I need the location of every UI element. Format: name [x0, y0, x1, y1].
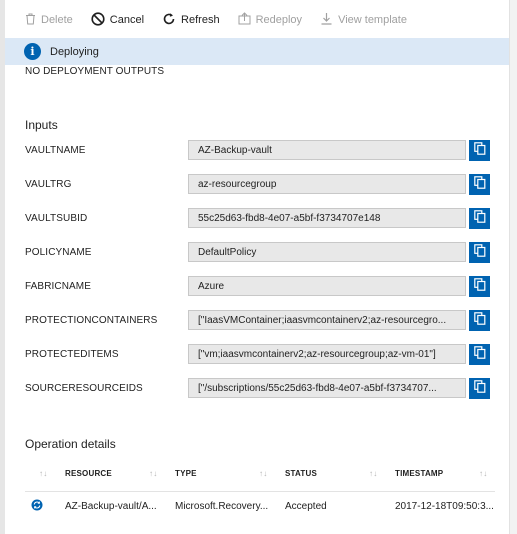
copy-icon	[473, 244, 486, 260]
copy-icon	[473, 380, 486, 396]
command-toolbar: Delete Cancel Refresh Redeploy View temp…	[5, 6, 509, 34]
input-value-field[interactable]: ["IaasVMContainer;iaasvmcontainerv2;az-r…	[188, 310, 466, 330]
refresh-button[interactable]: Refresh	[162, 12, 220, 29]
copy-button[interactable]	[469, 343, 490, 365]
copy-button[interactable]	[469, 207, 490, 229]
input-value-field[interactable]: DefaultPolicy	[188, 242, 466, 262]
input-row-protecteditems: PROTECTEDITEMS ["vm;iaasvmcontainerv2;az…	[25, 343, 495, 365]
panel-left-edge	[0, 0, 5, 534]
input-label: VAULTSUBID	[25, 212, 88, 224]
input-value-field[interactable]: AZ-Backup-vault	[188, 140, 466, 160]
input-label: PROTECTEDITEMS	[25, 348, 119, 360]
redeploy-button[interactable]: Redeploy	[238, 12, 302, 28]
input-row-policyname: POLICYNAME DefaultPolicy	[25, 241, 495, 263]
vertical-scrollbar[interactable]	[509, 0, 517, 534]
sort-icon: ↑↓	[479, 468, 488, 478]
input-value-field[interactable]: ["/subscriptions/55c25d63-fbd8-4e07-a5bf…	[188, 378, 466, 398]
copy-button[interactable]	[469, 275, 490, 297]
in-progress-sync-icon	[31, 499, 43, 514]
copy-icon	[473, 312, 486, 328]
copy-button[interactable]	[469, 309, 490, 331]
copy-icon	[473, 176, 486, 192]
type-cell: Microsoft.Recovery...	[175, 501, 269, 512]
copy-button[interactable]	[469, 241, 490, 263]
redeploy-icon	[238, 12, 256, 28]
sort-icon: ↑↓	[39, 468, 48, 478]
input-label: VAULTNAME	[25, 144, 86, 156]
input-label: POLICYNAME	[25, 246, 92, 258]
deployment-panel: Delete Cancel Refresh Redeploy View temp…	[0, 0, 517, 534]
input-row-protectioncontainers: PROTECTIONCONTAINERS ["IaasVMContainer;i…	[25, 309, 495, 331]
input-label: FABRICNAME	[25, 280, 92, 292]
input-value-field[interactable]: 55c25d63-fbd8-4e07-a5bf-f3734707e148	[188, 208, 466, 228]
sort-icon: ↑↓	[259, 468, 268, 478]
view-template-button[interactable]: View template	[320, 12, 407, 28]
copy-button[interactable]	[469, 377, 490, 399]
column-label: RESOURCE	[65, 468, 112, 478]
copy-icon	[473, 142, 486, 158]
input-row-vaultrg: VAULTRG az-resourcegroup	[25, 173, 495, 195]
input-label: PROTECTIONCONTAINERS	[25, 314, 158, 326]
deploying-status-banner: i Deploying	[5, 38, 509, 65]
cancel-circle-icon	[91, 11, 110, 29]
copy-icon	[473, 278, 486, 294]
status-cell	[25, 499, 65, 514]
sort-icon: ↑↓	[149, 468, 158, 478]
cancel-button[interactable]: Cancel	[91, 11, 145, 29]
timestamp-column-header[interactable]: TIMESTAMP ↑↓	[395, 462, 495, 484]
timestamp-cell: 2017-12-18T09:50:3...	[395, 501, 494, 512]
view-template-label: View template	[338, 14, 407, 26]
sort-icon: ↑↓	[369, 468, 378, 478]
input-row-sourceresourceids: SOURCERESOURCEIDS ["/subscriptions/55c25…	[25, 377, 495, 399]
status-column-header[interactable]: STATUS ↑↓	[285, 462, 395, 484]
deploying-status-text: Deploying	[50, 45, 99, 58]
column-label: TYPE	[175, 468, 197, 478]
refresh-label: Refresh	[181, 14, 220, 26]
resource-cell[interactable]: AZ-Backup-vault/A...	[65, 501, 175, 512]
input-label: VAULTRG	[25, 178, 72, 190]
operation-table-header: ↑↓ RESOURCE ↑↓ TYPE ↑↓ STATUS ↑↓ TIMESTA…	[25, 462, 495, 484]
input-value-field[interactable]: Azure	[188, 276, 466, 296]
copy-icon	[473, 346, 486, 362]
status-cell-text: Accepted	[285, 501, 327, 512]
input-label: SOURCERESOURCEIDS	[25, 382, 143, 394]
inputs-heading: Inputs	[25, 118, 58, 132]
trash-icon	[25, 13, 41, 28]
input-row-fabricname: FABRICNAME Azure	[25, 275, 495, 297]
copy-icon	[473, 210, 486, 226]
cancel-label: Cancel	[109, 14, 145, 26]
copy-button[interactable]	[469, 173, 490, 195]
status-icon-column-header[interactable]: ↑↓	[25, 462, 65, 484]
input-row-vaultname: VAULTNAME AZ-Backup-vault	[25, 139, 495, 161]
column-label: STATUS	[285, 468, 318, 478]
no-outputs-note: NO DEPLOYMENT OUTPUTS	[25, 66, 165, 77]
type-column-header[interactable]: TYPE ↑↓	[175, 462, 285, 484]
column-label: TIMESTAMP	[395, 468, 444, 478]
operation-details-heading: Operation details	[25, 437, 116, 451]
table-row[interactable]: AZ-Backup-vault/A... Microsoft.Recovery.…	[25, 491, 495, 521]
download-icon	[320, 12, 338, 28]
input-value-field[interactable]: ["vm;iaasvmcontainerv2;az-resourcegroup;…	[188, 344, 466, 364]
redeploy-label: Redeploy	[255, 14, 303, 26]
delete-button[interactable]: Delete	[25, 13, 73, 28]
copy-button[interactable]	[469, 139, 490, 161]
resource-column-header[interactable]: RESOURCE ↑↓	[65, 462, 175, 484]
info-icon: i	[24, 43, 41, 60]
input-value-field[interactable]: az-resourcegroup	[188, 174, 466, 194]
delete-label: Delete	[41, 14, 73, 26]
input-row-vaultsubid: VAULTSUBID 55c25d63-fbd8-4e07-a5bf-f3734…	[25, 207, 495, 229]
refresh-icon	[162, 12, 181, 29]
